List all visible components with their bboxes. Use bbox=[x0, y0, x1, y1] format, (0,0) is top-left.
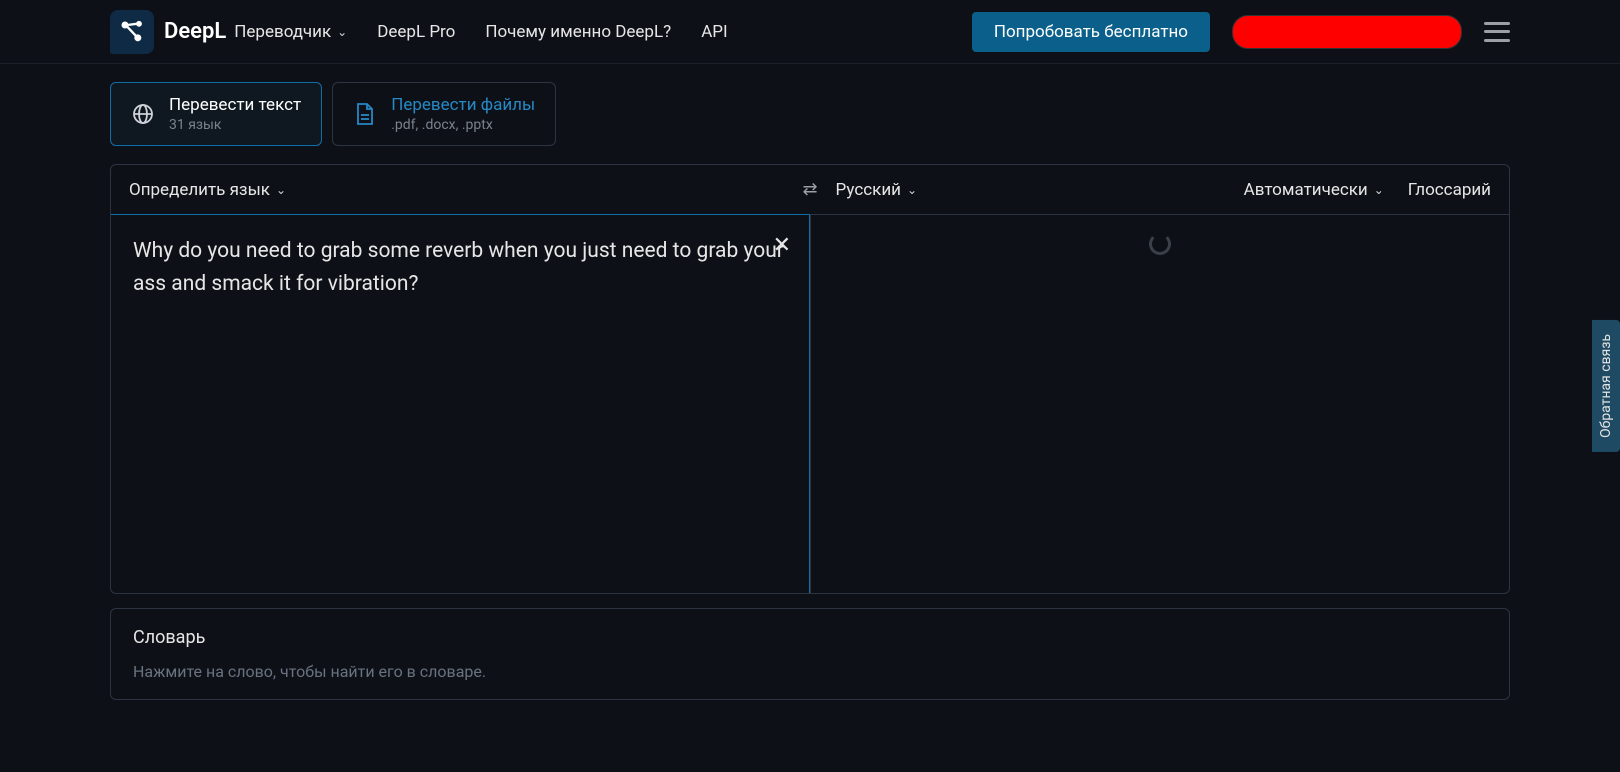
mode-tabs: Перевести текст 31 язык Перевести файлы … bbox=[110, 82, 1510, 146]
nav-translator-label: Переводчик bbox=[234, 22, 331, 42]
globe-icon bbox=[131, 102, 155, 126]
redacted-area bbox=[1232, 15, 1462, 49]
translator-panel: Определить язык ⌄ ⇄ Русский ⌄ Автоматиче… bbox=[110, 164, 1510, 594]
loading-spinner-icon bbox=[1149, 233, 1171, 255]
tab-translate-files[interactable]: Перевести файлы .pdf, .docx, .pptx bbox=[332, 82, 556, 146]
logo[interactable]: DeepL bbox=[110, 10, 226, 54]
menu-icon[interactable] bbox=[1484, 22, 1510, 42]
source-text-area[interactable]: Why do you need to grab some reverb when… bbox=[110, 214, 810, 594]
target-language-label: Русский bbox=[836, 180, 901, 200]
chevron-down-icon: ⌄ bbox=[1374, 183, 1384, 197]
formality-label: Автоматически bbox=[1244, 180, 1368, 200]
language-bar: Определить язык ⌄ ⇄ Русский ⌄ Автоматиче… bbox=[111, 165, 1509, 215]
dictionary-panel: Словарь Нажмите на слово, чтобы найти ег… bbox=[110, 608, 1510, 700]
dictionary-hint: Нажмите на слово, чтобы найти его в слов… bbox=[133, 662, 1487, 681]
glossary-button[interactable]: Глоссарий bbox=[1408, 180, 1491, 200]
translator-panes: Why do you need to grab some reverb when… bbox=[111, 215, 1509, 593]
chevron-down-icon: ⌄ bbox=[337, 25, 347, 39]
chevron-down-icon: ⌄ bbox=[907, 183, 917, 197]
try-free-button[interactable]: Попробовать бесплатно bbox=[972, 12, 1210, 52]
deepl-logo-icon bbox=[110, 10, 154, 54]
dictionary-title: Словарь bbox=[133, 627, 1487, 648]
source-language-select[interactable]: Определить язык ⌄ bbox=[129, 180, 286, 200]
file-icon bbox=[353, 102, 377, 126]
nav-why[interactable]: Почему именно DeepL? bbox=[485, 22, 671, 42]
source-text: Why do you need to grab some reverb when… bbox=[133, 239, 784, 296]
main-container: Перевести текст 31 язык Перевести файлы … bbox=[0, 64, 1620, 700]
swap-languages-button[interactable]: ⇄ bbox=[784, 179, 835, 200]
tab-files-sub: .pdf, .docx, .pptx bbox=[391, 117, 535, 133]
formality-select[interactable]: Автоматически ⌄ bbox=[1244, 180, 1384, 200]
nav-pro[interactable]: DeepL Pro bbox=[377, 22, 455, 42]
tab-text-sub: 31 язык bbox=[169, 117, 301, 133]
header-right: Попробовать бесплатно bbox=[972, 12, 1510, 52]
target-text-area bbox=[810, 215, 1509, 593]
target-language-select[interactable]: Русский ⌄ bbox=[836, 180, 917, 200]
main-nav: Переводчик ⌄ DeepL Pro Почему именно Dee… bbox=[234, 22, 727, 42]
tab-text-title: Перевести текст bbox=[169, 95, 301, 115]
tab-translate-text[interactable]: Перевести текст 31 язык bbox=[110, 82, 322, 146]
nav-api[interactable]: API bbox=[701, 22, 727, 42]
tab-files-title: Перевести файлы bbox=[391, 95, 535, 115]
chevron-down-icon: ⌄ bbox=[276, 183, 286, 197]
header: DeepL Переводчик ⌄ DeepL Pro Почему имен… bbox=[0, 0, 1620, 64]
source-language-label: Определить язык bbox=[129, 180, 270, 200]
feedback-tab[interactable]: Обратная связь bbox=[1592, 320, 1620, 452]
nav-translator[interactable]: Переводчик ⌄ bbox=[234, 22, 347, 42]
clear-source-button[interactable]: ✕ bbox=[773, 229, 791, 263]
glossary-label: Глоссарий bbox=[1408, 180, 1491, 200]
brand-text: DeepL bbox=[164, 19, 226, 44]
